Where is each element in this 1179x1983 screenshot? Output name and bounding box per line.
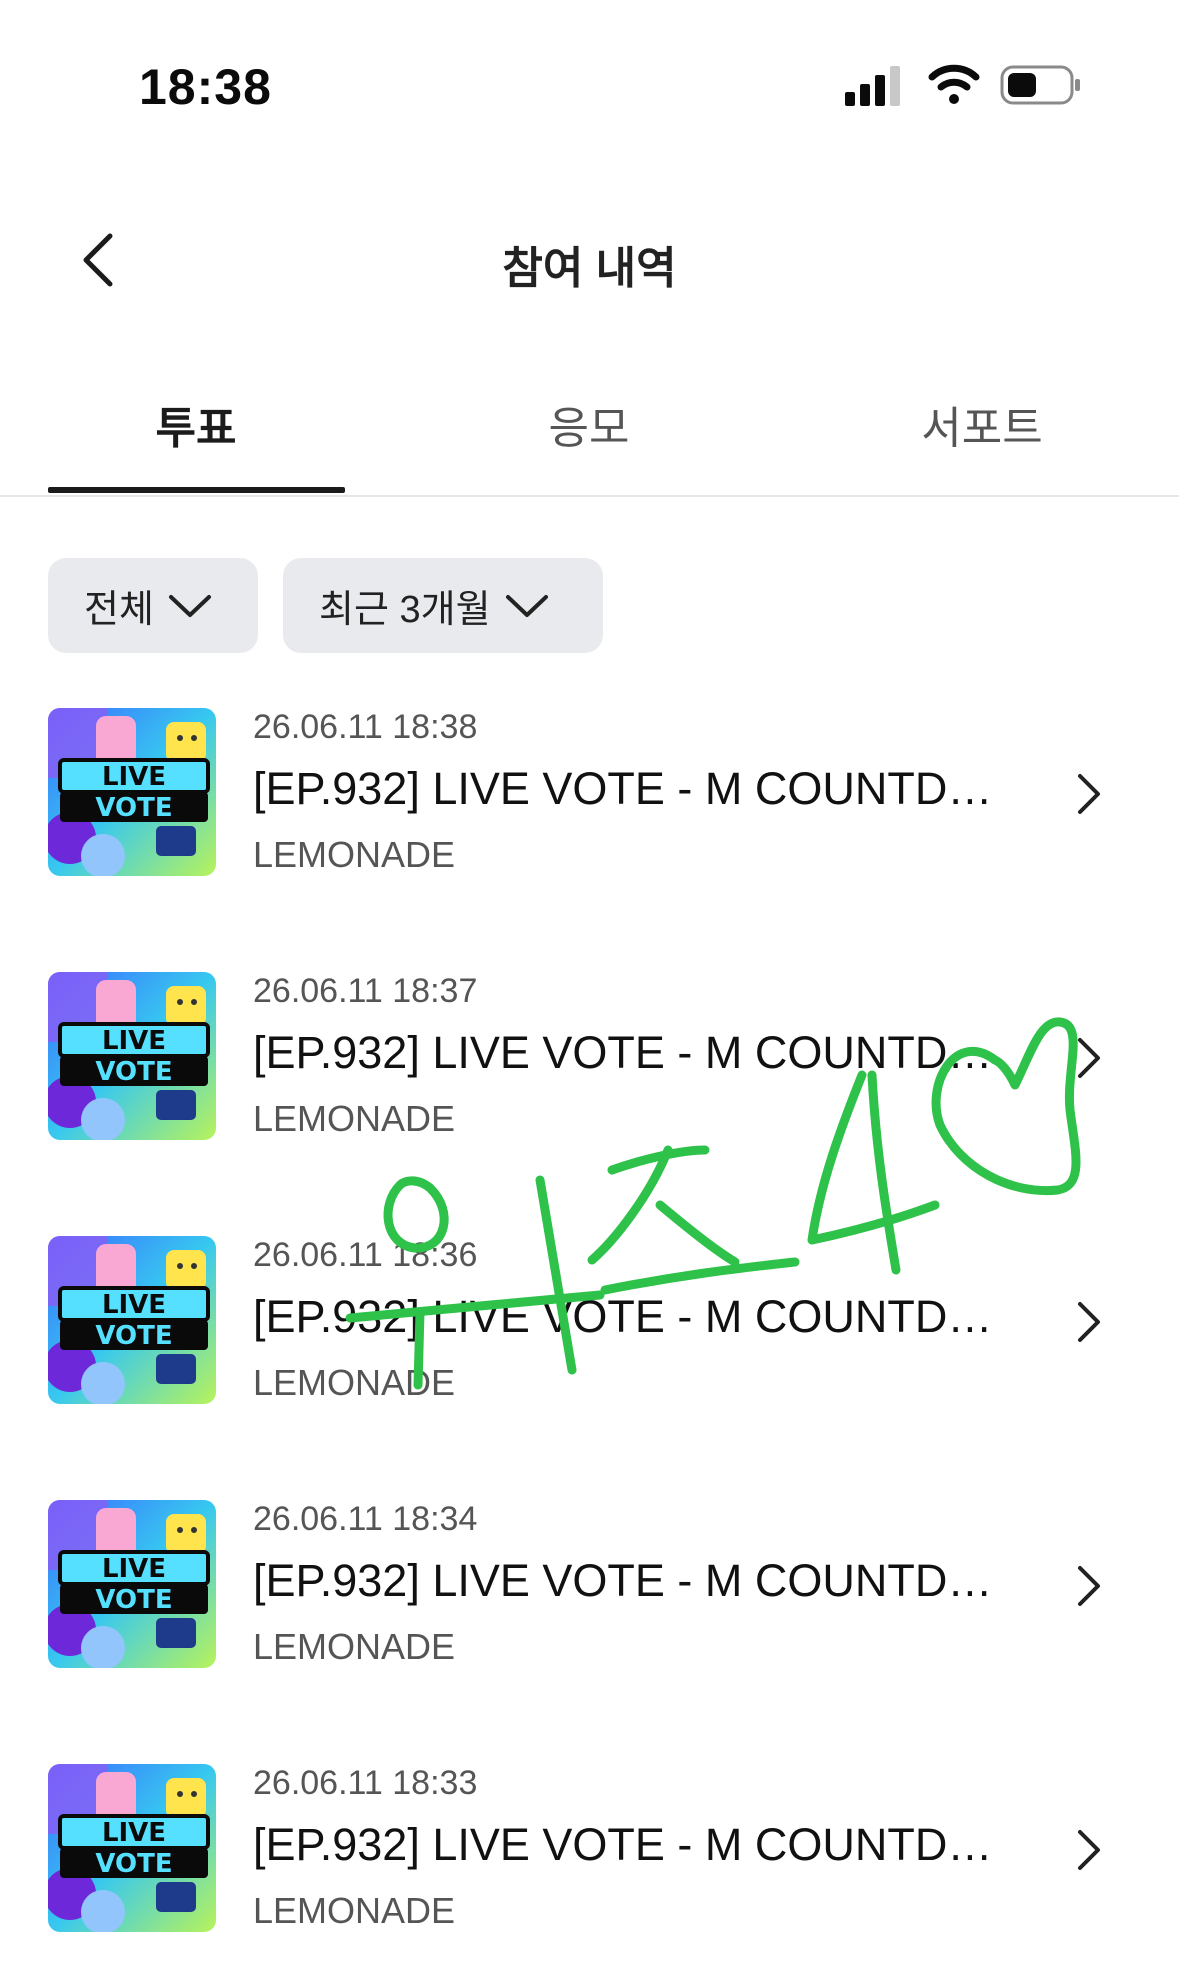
category-filter-label: 전체	[84, 589, 154, 631]
thumbnail-live-text: LIVE	[102, 1290, 166, 1320]
participation-date: 26.06.11 18:36	[253, 1236, 478, 1274]
participation-date: 26.06.11 18:38	[253, 708, 478, 746]
chevron-right-icon	[1078, 1830, 1100, 1870]
event-thumbnail: LIVE VOTE	[48, 1236, 216, 1404]
cellular-signal-icon	[845, 66, 900, 106]
tab-support[interactable]: 서포트	[832, 392, 1132, 456]
voted-artist: LEMONADE	[253, 1890, 456, 1931]
participation-date: 26.06.11 18:33	[253, 1764, 478, 1802]
chevron-right-icon	[1078, 1302, 1100, 1342]
live-vote-thumbnail-image: LIVE VOTE	[48, 1236, 216, 1404]
page-title: 참여 내역	[502, 244, 677, 293]
voted-artist: LEMONADE	[253, 1362, 456, 1403]
thumbnail-vote-text: VOTE	[95, 1585, 172, 1615]
thumbnail-vote-text: VOTE	[95, 1849, 172, 1879]
event-thumbnail: LIVE VOTE	[48, 1764, 216, 1932]
period-filter-label: 최근 3개월	[319, 589, 491, 631]
participation-date: 26.06.11 18:37	[253, 972, 478, 1010]
event-thumbnail: LIVE VOTE	[48, 972, 216, 1140]
tab-vote[interactable]: 투표	[46, 392, 346, 456]
chevron-right-icon	[1078, 774, 1100, 814]
live-vote-thumbnail-image: LIVE VOTE	[48, 708, 216, 876]
thumbnail-live-text: LIVE	[102, 1026, 166, 1056]
chevron-right-icon	[1078, 1566, 1100, 1606]
thumbnail-vote-text: VOTE	[95, 1057, 172, 1087]
thumbnail-live-text: LIVE	[102, 762, 166, 792]
live-vote-thumbnail-image: LIVE VOTE	[48, 972, 216, 1140]
list-item[interactable]: LIVE VOTE 26.06.11 18:38 [EP.932] LIVE V…	[0, 708, 1179, 908]
event-title: [EP.932] LIVE VOTE - M COUNTDOWN	[253, 1291, 1013, 1342]
participation-date: 26.06.11 18:34	[253, 1500, 478, 1538]
category-filter-dropdown[interactable]: 전체	[48, 558, 258, 653]
chevron-right-icon	[1078, 1038, 1100, 1078]
list-item[interactable]: LIVE VOTE 26.06.11 18:36 [EP.932] LIVE V…	[0, 1236, 1179, 1436]
thumbnail-vote-text: VOTE	[95, 1321, 172, 1351]
status-time: 18:38	[139, 59, 272, 115]
event-title: [EP.932] LIVE VOTE - M COUNTDOWN	[253, 763, 1013, 814]
live-vote-thumbnail-image: LIVE VOTE	[48, 1764, 216, 1932]
event-thumbnail: LIVE VOTE	[48, 708, 216, 876]
thumbnail-live-text: LIVE	[102, 1818, 166, 1848]
list-item[interactable]: LIVE VOTE 26.06.11 18:37 [EP.932] LIVE V…	[0, 972, 1179, 1172]
voted-artist: LEMONADE	[253, 1626, 456, 1667]
battery-icon	[1000, 65, 1080, 105]
live-vote-thumbnail-image: LIVE VOTE	[48, 1500, 216, 1668]
thumbnail-vote-text: VOTE	[95, 793, 172, 823]
voted-artist: LEMONADE	[253, 1098, 456, 1139]
voted-artist: LEMONADE	[253, 834, 456, 875]
tab-entry[interactable]: 응모	[439, 392, 739, 456]
period-filter-dropdown[interactable]: 최근 3개월	[283, 558, 603, 653]
wifi-icon	[928, 64, 980, 104]
list-item[interactable]: LIVE VOTE 26.06.11 18:33 [EP.932] LIVE V…	[0, 1764, 1179, 1964]
event-title: [EP.932] LIVE VOTE - M COUNTDOWN	[253, 1819, 1013, 1870]
thumbnail-live-text: LIVE	[102, 1554, 166, 1584]
chevron-down-icon	[505, 594, 548, 617]
chevron-down-icon	[168, 594, 211, 617]
tab-divider	[0, 495, 1179, 497]
active-tab-indicator	[48, 487, 345, 493]
event-thumbnail: LIVE VOTE	[48, 1500, 216, 1668]
event-title: [EP.932] LIVE VOTE - M COUNTDOWN	[253, 1027, 1013, 1078]
list-item[interactable]: LIVE VOTE 26.06.11 18:34 [EP.932] LIVE V…	[0, 1500, 1179, 1700]
event-title: [EP.932] LIVE VOTE - M COUNTDOWN	[253, 1555, 1013, 1606]
